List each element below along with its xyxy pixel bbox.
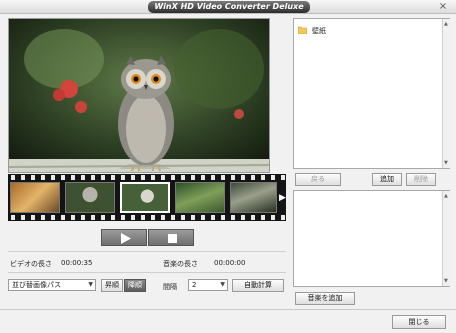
ascending-button[interactable]: 昇順 bbox=[101, 279, 123, 292]
video-length-label: ビデオの長さ bbox=[10, 260, 52, 268]
divider bbox=[8, 272, 286, 273]
sort-select-value: 並び替画像パス bbox=[12, 281, 61, 289]
chevron-down-icon: ▼ bbox=[220, 281, 225, 288]
sort-select[interactable]: 並び替画像パス ▼ bbox=[8, 279, 96, 291]
stop-button[interactable] bbox=[148, 229, 194, 246]
descending-button[interactable]: 降順 bbox=[124, 279, 146, 292]
add-music-button[interactable]: 音楽を追加 bbox=[295, 292, 355, 305]
auto-calc-button[interactable]: 自動計算 bbox=[232, 279, 284, 292]
interval-select[interactable]: 2 ▼ bbox=[188, 279, 228, 291]
film-scroll-right-icon[interactable]: ▶ bbox=[279, 193, 286, 203]
play-button[interactable] bbox=[101, 229, 147, 246]
scroll-up-icon[interactable]: ▲ bbox=[444, 193, 448, 199]
folder-list-scrollbar[interactable]: ▲ ▼ bbox=[442, 19, 450, 168]
interval-label: 間隔 bbox=[163, 283, 177, 291]
folder-name: 壁紙 bbox=[312, 27, 326, 35]
chevron-down-icon: ▼ bbox=[88, 281, 93, 288]
film-holes-bottom bbox=[8, 215, 286, 220]
list-item[interactable]: 壁紙 bbox=[298, 24, 438, 36]
film-frame-5[interactable] bbox=[230, 182, 277, 213]
music-length-label: 音楽の長さ bbox=[163, 260, 198, 268]
film-frame-2[interactable] bbox=[65, 182, 115, 213]
footer-divider bbox=[0, 309, 456, 310]
scroll-down-icon[interactable]: ▼ bbox=[444, 278, 448, 284]
close-window-button[interactable]: × bbox=[436, 1, 450, 13]
filmstrip: ▶ bbox=[8, 174, 286, 221]
window-title: WinX HD Video Converter Deluxe bbox=[148, 1, 310, 13]
film-frame-1[interactable] bbox=[10, 182, 60, 213]
music-list[interactable]: ▲ ▼ bbox=[293, 190, 450, 287]
play-icon bbox=[121, 233, 131, 244]
interval-select-value: 2 bbox=[192, 281, 197, 289]
video-length-value: 00:00:35 bbox=[61, 259, 93, 267]
film-frame-3[interactable] bbox=[120, 182, 170, 213]
music-list-scrollbar[interactable]: ▲ ▼ bbox=[442, 191, 450, 286]
delete-button[interactable]: 削除 bbox=[406, 173, 436, 186]
add-folder-button[interactable]: 追加 bbox=[372, 173, 402, 186]
film-frame-4[interactable] bbox=[175, 182, 225, 213]
divider bbox=[8, 251, 286, 252]
video-preview bbox=[8, 18, 270, 173]
scroll-down-icon[interactable]: ▼ bbox=[444, 160, 448, 166]
owl-photo bbox=[9, 19, 269, 172]
folder-list[interactable]: 壁紙 ▲ ▼ bbox=[293, 18, 450, 169]
folder-icon bbox=[298, 26, 307, 34]
stop-icon bbox=[168, 234, 177, 243]
close-button[interactable]: 閉じる bbox=[392, 315, 446, 329]
film-holes-top bbox=[8, 175, 286, 180]
music-length-value: 00:00:00 bbox=[214, 259, 246, 267]
scroll-up-icon[interactable]: ▲ bbox=[444, 21, 448, 27]
back-button[interactable]: 戻る bbox=[295, 173, 341, 186]
